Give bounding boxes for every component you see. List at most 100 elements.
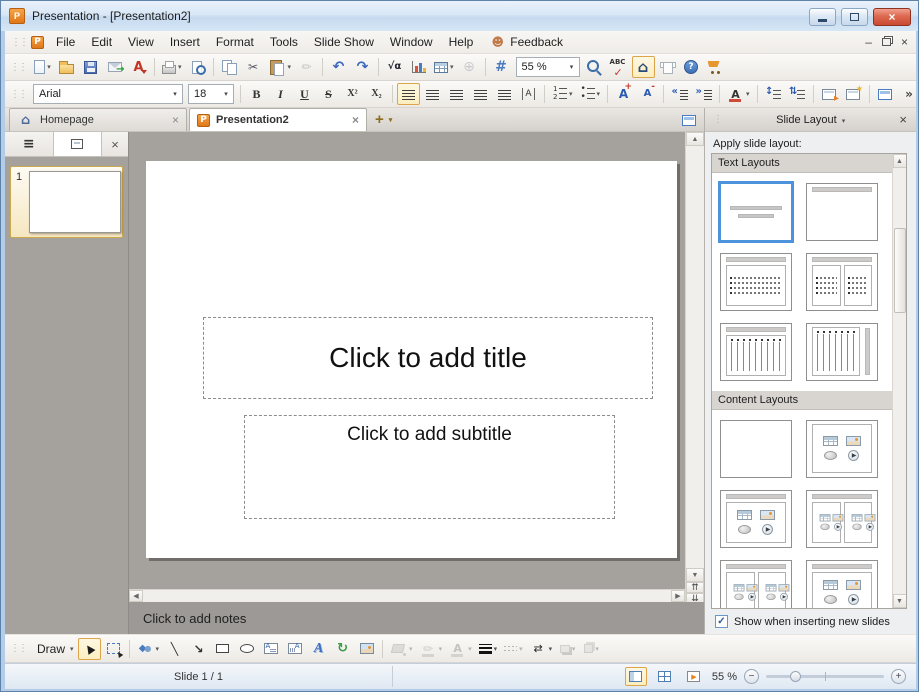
slide-layout-button[interactable] <box>874 83 897 105</box>
menu-tools[interactable]: Tools <box>262 31 306 53</box>
dropdown-arrow-icon[interactable]: ▾ <box>746 90 750 98</box>
draw-menu-button[interactable]: Draw▾ <box>31 638 77 660</box>
dropdown-arrow-icon[interactable]: ▾ <box>156 645 160 653</box>
dropdown-arrow-icon[interactable]: ▾ <box>47 63 51 71</box>
horizontal-scrollbar[interactable]: ◀ ▶ <box>129 589 685 602</box>
scroll-left-button[interactable]: ◀ <box>129 590 143 602</box>
undo-button[interactable] <box>327 56 350 78</box>
save-button[interactable] <box>79 56 102 78</box>
slide-design-button[interactable] <box>842 83 865 105</box>
menu-feedback[interactable]: Feedback <box>481 31 571 53</box>
title-bar[interactable]: Presentation - [Presentation2] × <box>1 1 918 31</box>
scroll-up-button[interactable]: ▲ <box>893 154 907 168</box>
doc-restore-button[interactable] <box>882 38 891 46</box>
normal-view-button[interactable] <box>625 667 647 686</box>
combo-dropdown-icon[interactable]: ▾ <box>565 63 579 71</box>
slide-sorter-view-button[interactable] <box>654 667 676 686</box>
dropdown-arrow-icon[interactable]: ▾ <box>597 90 601 98</box>
arrow-button[interactable] <box>187 638 210 660</box>
subtitle-placeholder[interactable]: Click to add subtitle <box>244 415 615 519</box>
slide-canvas[interactable]: Click to add title Click to add subtitle <box>129 132 685 589</box>
dropdown-arrow-icon[interactable]: ▾ <box>519 645 523 653</box>
insert-picture-button[interactable] <box>355 638 378 660</box>
dropdown-arrow-icon[interactable]: ▾ <box>450 63 454 71</box>
subscript-button[interactable] <box>365 83 388 105</box>
redo-button[interactable] <box>351 56 374 78</box>
doc-close-button[interactable]: × <box>901 35 908 49</box>
overflow-button[interactable] <box>898 83 919 105</box>
increase-indent-button[interactable] <box>692 83 715 105</box>
ellipse-button[interactable] <box>235 638 258 660</box>
toolbar-grip[interactable]: ⋮⋮ <box>10 89 26 100</box>
line-spacing-increase-button[interactable] <box>762 83 785 105</box>
combo-dropdown-icon[interactable]: ▾ <box>168 90 182 98</box>
vertical-scrollbar[interactable]: ▲ ▼ ⇈ ⇊ <box>685 132 704 604</box>
zoom-slider-thumb[interactable] <box>790 671 801 682</box>
outline-view-tab[interactable] <box>5 132 54 156</box>
dropdown-arrow-icon[interactable]: ▾ <box>494 645 498 653</box>
align-right-button[interactable] <box>445 83 468 105</box>
slide-thumbnail[interactable] <box>29 171 121 233</box>
tab-homepage[interactable]: Homepage× <box>9 108 187 131</box>
menu-edit[interactable]: Edit <box>83 31 120 53</box>
chart-button[interactable] <box>407 56 430 78</box>
task-pane-title[interactable]: Slide Layout ▾ <box>725 114 896 126</box>
arrow-style-button[interactable]: ▾ <box>527 638 556 660</box>
slide-thumbnail-item[interactable]: 1 <box>10 166 123 238</box>
justify-button[interactable] <box>469 83 492 105</box>
zoom-slider[interactable] <box>766 675 884 678</box>
show-when-inserting-checkbox[interactable]: ✓ <box>715 615 728 628</box>
scroll-down-button[interactable]: ▼ <box>893 594 907 608</box>
scroll-right-button[interactable]: ▶ <box>671 590 685 602</box>
increase-font-button[interactable] <box>612 83 635 105</box>
spellcheck-button[interactable] <box>607 56 631 78</box>
distribute-button[interactable] <box>493 83 516 105</box>
menu-file[interactable]: File <box>48 31 83 53</box>
numbering-button[interactable]: ▾ <box>549 83 576 105</box>
decrease-indent-button[interactable] <box>668 83 691 105</box>
line-button[interactable] <box>163 638 186 660</box>
align-center-button[interactable] <box>421 83 444 105</box>
doc-minimize-button[interactable]: – <box>865 35 872 49</box>
title-placeholder[interactable]: Click to add title <box>203 317 653 399</box>
zoom-in-button[interactable]: + <box>891 669 906 684</box>
title-content-icons-layout-thumbnail[interactable] <box>806 560 878 608</box>
dropdown-arrow-icon[interactable]: ▾ <box>409 645 413 653</box>
new-button[interactable]: ▾ <box>31 56 54 78</box>
task-pane-close-button[interactable]: × <box>896 112 910 127</box>
table-button[interactable]: ▾ <box>431 56 457 78</box>
dropdown-arrow-icon[interactable]: ▾ <box>468 645 472 653</box>
combo-dropdown-icon[interactable]: ▾ <box>219 90 233 98</box>
minimize-button[interactable] <box>809 8 836 26</box>
menu-slide-show[interactable]: Slide Show <box>306 31 382 53</box>
italic-button[interactable] <box>269 83 292 105</box>
toolbar-grip[interactable]: ⋮⋮ <box>10 643 26 654</box>
help-button[interactable] <box>680 56 703 78</box>
vertical-title-text-layout-thumbnail[interactable] <box>806 323 878 381</box>
scroll-thumb[interactable] <box>894 228 906 313</box>
bold-button[interactable] <box>245 83 268 105</box>
shapes-button[interactable]: ▾ <box>134 638 163 660</box>
formula-button[interactable] <box>383 56 406 78</box>
scroll-down-button[interactable]: ▼ <box>686 568 704 582</box>
menu-window[interactable]: Window <box>382 31 441 53</box>
title-two-content-icons-layout-thumbnail[interactable] <box>806 490 878 548</box>
open-button[interactable] <box>55 56 78 78</box>
text-box-button[interactable] <box>259 638 282 660</box>
font-size-combo[interactable]: 18▾ <box>188 84 234 104</box>
align-left-button[interactable] <box>397 83 420 105</box>
rotate-button[interactable] <box>331 638 354 660</box>
line-width-button[interactable]: ▾ <box>476 638 501 660</box>
superscript-button[interactable] <box>341 83 364 105</box>
scroll-track[interactable] <box>686 146 704 568</box>
notes-area[interactable]: Click to add notes <box>129 602 704 634</box>
home-button[interactable] <box>632 56 655 78</box>
title-two-content-icons-layout-thumbnail[interactable] <box>720 560 792 608</box>
blank-layout-thumbnail[interactable] <box>720 420 792 478</box>
vertical-text-box-button[interactable] <box>283 638 306 660</box>
dropdown-arrow-icon[interactable]: ▾ <box>549 645 553 653</box>
toolbar-grip[interactable]: ⋮⋮ <box>11 37 27 48</box>
word-art-button[interactable] <box>307 638 330 660</box>
gridlines-button[interactable] <box>490 56 513 78</box>
title-two-content-layout-thumbnail[interactable] <box>806 253 878 311</box>
